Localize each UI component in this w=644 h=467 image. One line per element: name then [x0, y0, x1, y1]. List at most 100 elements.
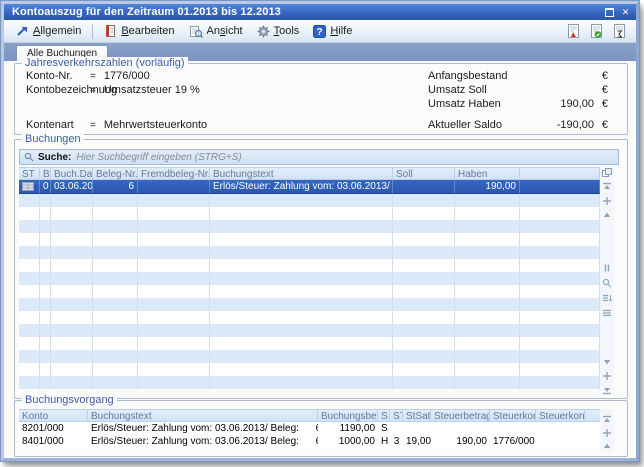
column-header[interactable]: Beleg-Nr. — [93, 167, 138, 180]
cell — [51, 207, 93, 220]
cell — [210, 324, 393, 337]
empty-row[interactable] — [19, 376, 600, 389]
empty-row[interactable] — [19, 194, 600, 207]
column-header[interactable]: Buchungsbetrag — [318, 409, 378, 422]
cell — [19, 311, 40, 324]
cell: 8201/000 — [19, 422, 88, 435]
cell — [19, 272, 40, 285]
cell — [536, 422, 585, 435]
cell — [138, 180, 210, 193]
cell — [393, 363, 455, 376]
document-sum-icon[interactable] — [613, 24, 626, 39]
cell — [40, 324, 51, 337]
cell — [520, 220, 600, 233]
column-chooser-icon[interactable] — [602, 168, 612, 178]
cell — [210, 337, 393, 350]
column-header[interactable]: B — [40, 167, 51, 180]
cell — [455, 207, 520, 220]
column-header[interactable] — [585, 409, 601, 422]
empty-row[interactable] — [19, 272, 600, 285]
cell — [138, 350, 210, 363]
cell — [51, 298, 93, 311]
scroll-bottom-icon[interactable] — [602, 385, 612, 395]
search-input[interactable]: Suche: Hier Suchbegriff eingeben (STRG+S… — [19, 149, 619, 165]
empty-row[interactable] — [19, 311, 600, 324]
content-area: Jahresverkehrszahlen (vorläufig) Konto-N… — [4, 61, 636, 455]
cell — [40, 220, 51, 233]
menu-item-bearbeiten[interactable]: Bearbeiten — [98, 22, 180, 40]
empty-row[interactable] — [19, 220, 600, 233]
menu-item-allgemein[interactable]: Allgemein — [10, 23, 87, 39]
cell — [455, 259, 520, 272]
restore-button[interactable] — [603, 7, 616, 18]
cell — [455, 350, 520, 363]
cell — [393, 246, 455, 259]
empty-row[interactable] — [19, 337, 600, 350]
currency-symbol: € — [594, 98, 608, 110]
column-header[interactable]: Soll — [393, 167, 455, 180]
scroll-down-icon[interactable] — [602, 371, 612, 381]
scroll-top-icon[interactable] — [602, 182, 612, 192]
column-header[interactable]: Buch.Dat. — [51, 167, 93, 180]
menu-item-tools[interactable]: Tools — [251, 23, 306, 40]
empty-row[interactable] — [19, 350, 600, 363]
list-icon[interactable] — [602, 308, 612, 318]
close-button[interactable]: ✕ — [619, 7, 632, 18]
scroll-up-icon[interactable] — [602, 428, 612, 438]
empty-row[interactable] — [19, 363, 600, 376]
column-header[interactable]: ST — [390, 409, 403, 422]
cell — [393, 311, 455, 324]
cell — [520, 298, 600, 311]
cell — [19, 259, 40, 272]
empty-row[interactable] — [19, 207, 600, 220]
scroll-top-icon[interactable] — [602, 415, 612, 425]
column-header[interactable]: Steuerkonto 2 — [536, 409, 585, 422]
empty-row[interactable] — [19, 233, 600, 246]
empty-row[interactable] — [19, 259, 600, 272]
cell — [393, 180, 455, 193]
selected-booking-row[interactable]: 003.06.20136Erlös/Steuer: Zahlung vom: 0… — [19, 180, 600, 194]
column-header[interactable]: Steuerbetrag — [431, 409, 490, 422]
column-header[interactable]: S — [378, 409, 390, 422]
triangle-up-icon[interactable] — [602, 441, 612, 451]
cell — [138, 311, 210, 324]
groupbox-buchungsvorgang: Buchungsvorgang KontoBuchungstextBuchung… — [14, 400, 628, 457]
cell — [210, 350, 393, 363]
cell — [51, 311, 93, 324]
document-export-icon[interactable] — [567, 24, 580, 39]
empty-row[interactable] — [19, 246, 600, 259]
cell — [536, 435, 585, 448]
column-header[interactable]: Buchungstext — [210, 167, 393, 180]
document-check-icon[interactable] — [590, 24, 603, 39]
cell — [40, 337, 51, 350]
booking-line-row[interactable]: 8401/000Erlös/Steuer: Zahlung vom: 03.06… — [19, 435, 601, 448]
cell — [138, 194, 210, 207]
menu-item-hilfe[interactable]: ?Hilfe — [307, 23, 358, 40]
column-header[interactable]: Steuerkonto 1 — [490, 409, 536, 422]
column-header[interactable]: StSatz — [403, 409, 431, 422]
pause-icon[interactable] — [602, 263, 612, 273]
triangle-up-icon[interactable] — [602, 210, 612, 220]
cell — [19, 350, 40, 363]
menu-item-ansicht[interactable]: Ansicht — [183, 23, 249, 40]
magnifier-icon[interactable] — [602, 278, 612, 288]
empty-row[interactable] — [19, 285, 600, 298]
column-header[interactable] — [520, 167, 600, 180]
column-header[interactable]: Fremdbeleg-Nr. — [138, 167, 210, 180]
triangle-down-icon[interactable] — [602, 357, 612, 367]
column-header[interactable]: Konto — [19, 409, 88, 422]
cell — [520, 350, 600, 363]
empty-row[interactable] — [19, 324, 600, 337]
sort-icon[interactable] — [602, 293, 612, 303]
empty-row[interactable] — [19, 298, 600, 311]
cell — [520, 207, 600, 220]
cell — [520, 180, 600, 193]
scroll-up-icon[interactable] — [602, 196, 612, 206]
column-header[interactable]: ST — [19, 167, 40, 180]
cell — [520, 246, 600, 259]
column-header[interactable]: Buchungstext — [88, 409, 318, 422]
booking-line-row[interactable]: 8201/000Erlös/Steuer: Zahlung vom: 03.06… — [19, 422, 601, 435]
cell — [51, 246, 93, 259]
cell — [138, 233, 210, 246]
column-header[interactable]: Haben — [455, 167, 520, 180]
